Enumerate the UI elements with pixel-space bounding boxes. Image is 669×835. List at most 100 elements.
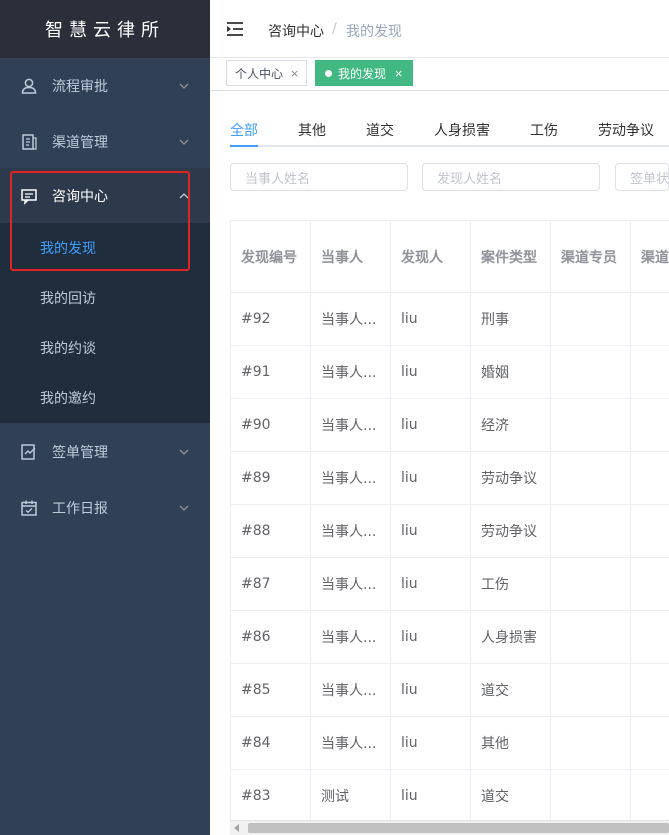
table-cell-case-type: 婚姻 — [471, 346, 551, 399]
table-cell-party: 当事人... — [311, 558, 391, 611]
tab-labor-dispute[interactable]: 劳动争议 — [598, 120, 654, 140]
tab-personal-injury[interactable]: 人身损害 — [434, 120, 490, 140]
table-cell-channel — [631, 452, 669, 505]
calendar-icon — [21, 500, 37, 516]
breadcrumb-item[interactable]: 咨询中心 — [268, 21, 324, 41]
table-cell-channel-staff — [551, 346, 631, 399]
party-name-input[interactable]: 当事人姓名 — [230, 163, 408, 191]
table-cell-party: 当事人... — [311, 346, 391, 399]
submenu-item-my-invitation[interactable]: 我的邀约 — [0, 373, 210, 423]
table-cell-channel-staff — [551, 505, 631, 558]
tab-all[interactable]: 全部 — [230, 120, 258, 140]
scrollbar-thumb[interactable] — [248, 823, 669, 833]
submenu-item-my-interview[interactable]: 我的约谈 — [0, 323, 210, 373]
chevron-down-icon — [179, 83, 189, 89]
table-cell-case-type: 其他 — [471, 717, 551, 770]
table-cell-finder: liu — [391, 717, 471, 770]
tags-view: 个人中心 × 我的发现 × — [210, 58, 669, 91]
table-cell-channel — [631, 293, 669, 346]
submenu-item-label: 我的邀约 — [40, 391, 96, 407]
table-cell-party: 当事人... — [311, 611, 391, 664]
table-cell-party: 测试 — [311, 770, 391, 820]
close-icon[interactable]: × — [290, 67, 299, 80]
tab-work-injury[interactable]: 工伤 — [530, 120, 558, 140]
sidebar-item-process-approval[interactable]: 流程审批 — [0, 58, 210, 114]
table-cell-party: 当事人... — [311, 399, 391, 452]
table-cell-case-type: 劳动争议 — [471, 505, 551, 558]
table-cell-channel-staff — [551, 452, 631, 505]
table-cell-party: 当事人... — [311, 293, 391, 346]
table-cell-finder: liu — [391, 558, 471, 611]
horizontal-scrollbar[interactable] — [230, 820, 669, 835]
table-cell-case-type: 劳动争议 — [471, 452, 551, 505]
table-cell-finder: liu — [391, 452, 471, 505]
sidebar-item-sign-management[interactable]: 签单管理 — [0, 424, 210, 480]
user-icon — [21, 78, 37, 94]
table-cell-case-type: 工伤 — [471, 558, 551, 611]
table-cell-finder: liu — [391, 770, 471, 820]
channel-icon — [22, 134, 37, 150]
table-cell-party: 当事人... — [311, 505, 391, 558]
tab-traffic[interactable]: 道交 — [366, 120, 394, 140]
tag-label: 我的发现 — [338, 66, 387, 81]
chevron-down-icon — [179, 449, 189, 455]
table-cell-channel — [631, 717, 669, 770]
submenu-item-my-revisit[interactable]: 我的回访 — [0, 273, 210, 323]
chevron-down-icon — [179, 139, 189, 145]
sidebar-item-daily-report[interactable]: 工作日报 — [0, 480, 210, 536]
table-cell-case-type: 刑事 — [471, 293, 551, 346]
finder-name-input[interactable]: 发现人姓名 — [422, 163, 600, 191]
table-cell-channel-staff — [551, 770, 631, 820]
table-cell-channel — [631, 505, 669, 558]
table-cell-discovery-id: #87 — [231, 558, 311, 611]
table-cell-party: 当事人... — [311, 717, 391, 770]
table-cell-discovery-id: #88 — [231, 505, 311, 558]
table-cell-channel — [631, 558, 669, 611]
sidebar: 智慧云律所 流程审批 渠道管理 咨询中心 我的发现 我的回访 我的约谈 我的邀约… — [0, 0, 210, 835]
case-type-tabs: 全部 其他 道交 人身损害 工伤 劳动争议 — [230, 109, 669, 147]
navbar: 咨询中心 / 我的发现 — [210, 0, 669, 58]
table-cell-party: 当事人... — [311, 452, 391, 505]
app-logo-title: 智慧云律所 — [0, 0, 210, 58]
table-cell-channel — [631, 399, 669, 452]
table-cell-discovery-id: #83 — [231, 770, 311, 820]
table-cell-finder: liu — [391, 664, 471, 717]
table-cell-finder: liu — [391, 346, 471, 399]
active-dot-icon — [325, 70, 332, 77]
table-cell-channel — [631, 770, 669, 820]
scroll-left-arrow-icon[interactable] — [234, 824, 239, 832]
submenu-item-label: 我的回访 — [40, 291, 96, 307]
header-col-party: 当事人 — [311, 221, 391, 293]
table-cell-finder: liu — [391, 611, 471, 664]
table-cell-finder: liu — [391, 399, 471, 452]
table-cell-case-type: 人身损害 — [471, 611, 551, 664]
table-cell-discovery-id: #84 — [231, 717, 311, 770]
table-cell-case-type: 经济 — [471, 399, 551, 452]
table-cell-discovery-id: #89 — [231, 452, 311, 505]
sign-status-select[interactable]: 签单状态 — [615, 163, 669, 191]
breadcrumb-separator: / — [332, 21, 337, 37]
table-cell-channel — [631, 664, 669, 717]
sidebar-item-channel-management[interactable]: 渠道管理 — [0, 114, 210, 170]
chevron-down-icon — [179, 505, 189, 511]
table-cell-party: 当事人... — [311, 664, 391, 717]
table-cell-channel-staff — [551, 558, 631, 611]
table-cell-channel-staff — [551, 611, 631, 664]
tab-other[interactable]: 其他 — [298, 120, 326, 140]
table-cell-channel — [631, 611, 669, 664]
table-cell-finder: liu — [391, 505, 471, 558]
tag-label: 个人中心 — [235, 66, 284, 81]
header-col-channel: 渠道 — [631, 221, 669, 293]
close-icon[interactable]: × — [394, 67, 403, 80]
tag-personal-center[interactable]: 个人中心 × — [226, 60, 307, 86]
submenu-item-label: 我的约谈 — [40, 341, 96, 357]
table-cell-discovery-id: #92 — [231, 293, 311, 346]
table-cell-discovery-id: #91 — [231, 346, 311, 399]
header-col-discovery-id: 发现编号 — [231, 221, 311, 293]
menu-fold-icon[interactable] — [226, 21, 244, 37]
annotation-highlight-box — [10, 171, 190, 271]
tag-my-discovery[interactable]: 我的发现 × — [315, 60, 413, 86]
header-col-channel-staff: 渠道专员 — [551, 221, 631, 293]
table-cell-case-type: 道交 — [471, 770, 551, 820]
table-cell-discovery-id: #86 — [231, 611, 311, 664]
